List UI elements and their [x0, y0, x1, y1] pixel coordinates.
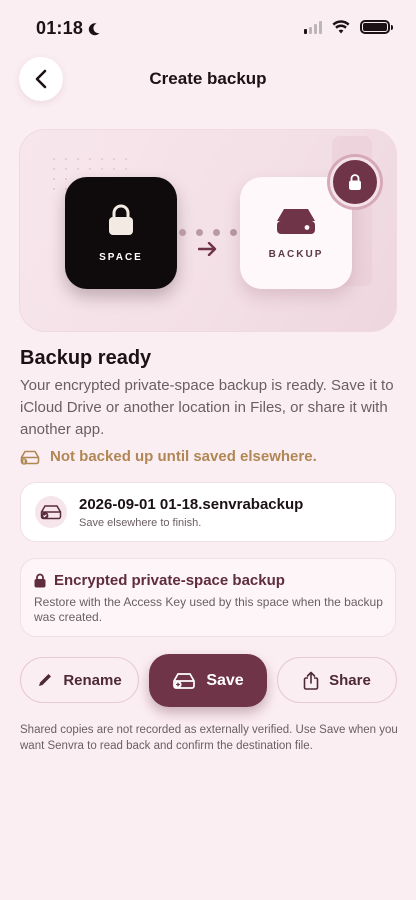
- drive-icon: [277, 208, 315, 234]
- share-button[interactable]: Share: [277, 657, 397, 703]
- wifi-icon: [332, 20, 350, 34]
- moon-icon: [88, 22, 100, 35]
- warning-text: Not backed up until saved elsewhere.: [50, 448, 317, 465]
- signal-icon: [304, 20, 322, 34]
- battery-icon: [360, 20, 393, 34]
- rename-button[interactable]: Rename: [20, 657, 139, 703]
- file-subtitle: Save elsewhere to finish.: [79, 516, 202, 529]
- encrypted-info-card: Encrypted private-space backup Restore w…: [20, 558, 396, 637]
- backup-ready-heading: Backup ready: [20, 347, 152, 369]
- lock-icon: [349, 174, 361, 190]
- encrypted-subtitle: Restore with the Access Key used by this…: [34, 595, 383, 624]
- connector-dots: [179, 229, 237, 236]
- backup-label: BACKUP: [268, 248, 324, 260]
- drive-status-icon: [35, 496, 67, 528]
- backup-illustration: SPACE BACKUP: [19, 129, 397, 332]
- save-label: Save: [206, 671, 244, 689]
- space-label: SPACE: [99, 251, 143, 263]
- lock-badge: [330, 157, 380, 207]
- footer-note: Shared copies are not recorded as extern…: [20, 724, 398, 752]
- share-icon: [303, 671, 319, 690]
- drive-icon: [173, 672, 196, 689]
- space-tile: SPACE: [65, 177, 177, 289]
- status-time: 01:18: [36, 18, 101, 39]
- share-label: Share: [329, 671, 371, 689]
- pencil-icon: [39, 674, 52, 686]
- file-name: 2026-09-01 01-18.senvrabackup: [79, 495, 304, 513]
- drive-warning-icon: [20, 450, 40, 465]
- rename-label: Rename: [63, 671, 122, 689]
- backup-file-card: 2026-09-01 01-18.senvrabackup Save elsew…: [20, 482, 396, 542]
- status-icons: [304, 20, 393, 34]
- backup-description: Your encrypted private-space backup is r…: [20, 377, 394, 438]
- status-bar: 01:18: [0, 0, 416, 54]
- time-label: 01:18: [36, 18, 84, 38]
- lock-icon: [34, 573, 46, 588]
- backup-warning: Not backed up until saved elsewhere.: [20, 448, 317, 465]
- encrypted-title: Encrypted private-space backup: [54, 572, 285, 589]
- page-title: Create backup: [149, 69, 267, 88]
- save-button[interactable]: Save: [149, 654, 267, 707]
- lock-icon: [109, 204, 133, 235]
- arrow-right-icon: [198, 242, 217, 256]
